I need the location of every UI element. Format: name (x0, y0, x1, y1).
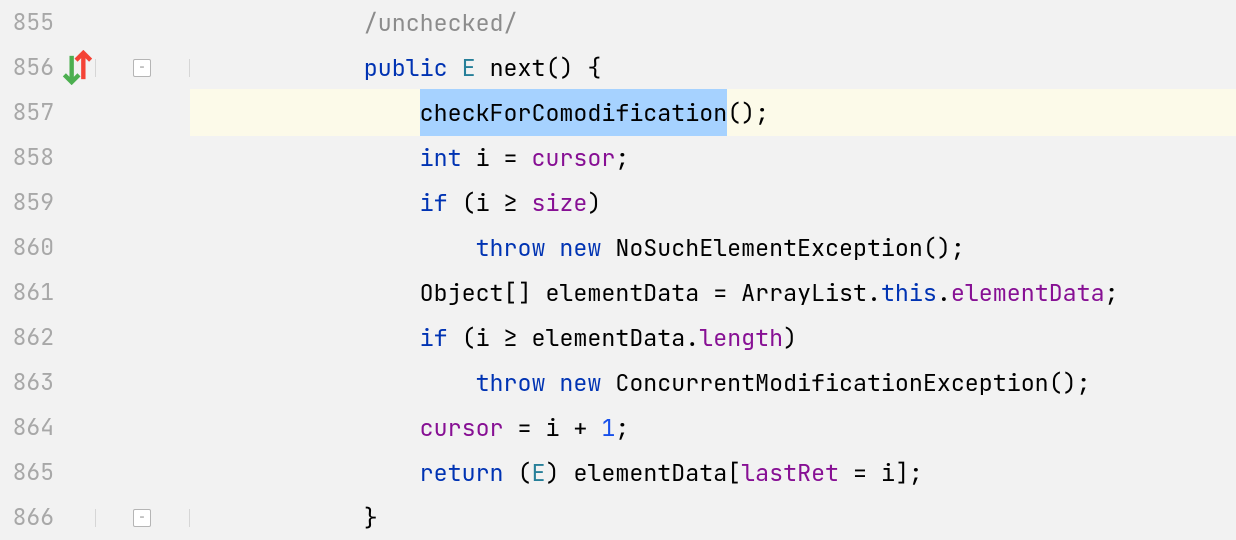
token-kw: public (364, 45, 462, 90)
token-kw: this (881, 270, 937, 315)
code-line[interactable]: 856 − public E next() { (0, 45, 1236, 90)
code-text[interactable]: if (i ≥ elementData.length) (190, 315, 1236, 360)
token-kw: return (420, 450, 518, 495)
line-number: 861 (0, 270, 60, 315)
code-text[interactable]: return (E) elementData[lastRet = i]; (190, 450, 1236, 495)
code-text[interactable]: /unchecked/ (190, 0, 1236, 45)
line-number: 865 (0, 450, 60, 495)
token-id: ; (615, 405, 629, 450)
token-fld: length (699, 315, 783, 360)
token-id: (i ≥ (462, 180, 532, 225)
token-id: ) (587, 180, 601, 225)
code-line[interactable]: 866 − } (0, 495, 1236, 540)
token-id: = i + (518, 405, 602, 450)
line-number: 856 (0, 45, 60, 90)
code-text[interactable]: cursor = i + 1; (190, 405, 1236, 450)
code-text[interactable]: throw new NoSuchElementException(); (190, 225, 1236, 270)
line-number: 857 (0, 90, 60, 135)
token-cmt: / (364, 0, 378, 45)
token-kw: int (420, 135, 476, 180)
fold-handle[interactable]: − (133, 59, 151, 77)
code-text[interactable]: } (190, 495, 1236, 540)
code-line[interactable]: 859 if (i ≥ size) (0, 180, 1236, 225)
code-line[interactable]: 861 Object[] elementData = ArrayList.thi… (0, 270, 1236, 315)
code-editor[interactable]: 855 /unchecked/856− public E next() {857… (0, 0, 1236, 540)
token-id: (i ≥ elementData. (462, 315, 700, 360)
token-fld: size (531, 180, 587, 225)
token-typ: E (462, 45, 490, 90)
token-cmt: / (504, 0, 518, 45)
token-id: (); (727, 90, 769, 135)
token-kw: throw new (476, 225, 616, 270)
code-line[interactable]: 858 int i = cursor; (0, 135, 1236, 180)
line-number: 858 (0, 135, 60, 180)
token-id: ( (518, 450, 532, 495)
line-number: 859 (0, 180, 60, 225)
code-line[interactable]: 855 /unchecked/ (0, 0, 1236, 45)
token-id: next (490, 45, 546, 90)
fold-handle[interactable]: − (133, 509, 151, 527)
token-fld: cursor (420, 405, 518, 450)
code-text[interactable]: checkForComodification(); (190, 89, 1236, 136)
token-kw: throw new (476, 360, 616, 405)
token-cmt: unchecked (378, 0, 504, 45)
code-text[interactable]: Object[] elementData = ArrayList.this.el… (190, 270, 1236, 315)
token-id: ; (615, 135, 629, 180)
code-line[interactable]: 865 return (E) elementData[lastRet = i]; (0, 450, 1236, 495)
gutter-icon-slot (60, 50, 95, 85)
token-id: checkForComodification (420, 89, 728, 136)
line-number: 866 (0, 495, 60, 540)
token-id: () { (546, 45, 602, 90)
line-number: 863 (0, 360, 60, 405)
line-number: 862 (0, 315, 60, 360)
code-text[interactable]: public E next() { (190, 45, 1236, 90)
line-number: 860 (0, 225, 60, 270)
code-text[interactable]: int i = cursor; (190, 135, 1236, 180)
token-fld: cursor (532, 135, 616, 180)
override-icon (60, 50, 95, 85)
code-line[interactable]: 857 checkForComodification(); (0, 90, 1236, 135)
line-number: 864 (0, 405, 60, 450)
code-text[interactable]: throw new ConcurrentModificationExceptio… (190, 360, 1236, 405)
token-fld: lastRet (741, 450, 853, 495)
token-kw: if (420, 180, 462, 225)
token-typ: E (532, 450, 546, 495)
token-id: ) (783, 315, 797, 360)
token-id: . (937, 270, 951, 315)
line-number: 855 (0, 0, 60, 45)
token-kw: if (420, 315, 462, 360)
token-id: ConcurrentModificationException(); (615, 360, 1090, 405)
fold-column: − (95, 509, 190, 527)
token-id: Object[] elementData = ArrayList. (420, 270, 881, 315)
token-id: } (364, 495, 378, 540)
code-text[interactable]: if (i ≥ size) (190, 180, 1236, 225)
token-id: NoSuchElementException(); (615, 225, 964, 270)
token-id: ; (1105, 270, 1119, 315)
token-id: ) elementData[ (545, 450, 741, 495)
fold-column: − (95, 59, 190, 77)
code-line[interactable]: 860 throw new NoSuchElementException(); (0, 225, 1236, 270)
token-id: = i]; (853, 450, 923, 495)
token-num: 1 (601, 405, 615, 450)
code-line[interactable]: 863 throw new ConcurrentModificationExce… (0, 360, 1236, 405)
token-id: i = (476, 135, 532, 180)
code-line[interactable]: 862 if (i ≥ elementData.length) (0, 315, 1236, 360)
code-line[interactable]: 864 cursor = i + 1; (0, 405, 1236, 450)
token-fld: elementData (951, 270, 1105, 315)
